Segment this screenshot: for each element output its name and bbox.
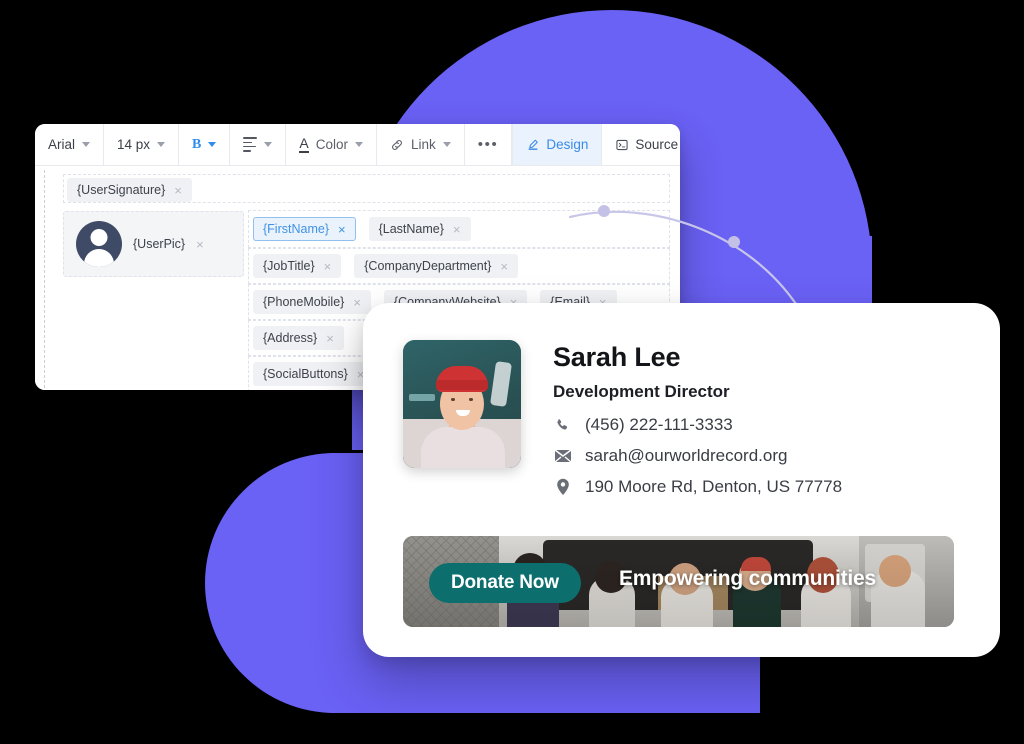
text-color-button[interactable]: A Color bbox=[286, 124, 377, 165]
link-label: Link bbox=[411, 137, 436, 152]
phone-icon bbox=[553, 417, 572, 434]
token-job-title[interactable]: {JobTitle} × bbox=[253, 254, 342, 278]
signature-email-row: sarah@ourworldrecord.org bbox=[553, 446, 842, 466]
token-first-name[interactable]: {FirstName} × bbox=[253, 217, 356, 241]
remove-icon[interactable]: × bbox=[353, 296, 361, 309]
token-row-job: {JobTitle} × {CompanyDepartment} × bbox=[253, 254, 518, 278]
signature-address: 190 Moore Rd, Denton, US 77778 bbox=[585, 477, 843, 496]
chevron-down-icon bbox=[157, 142, 166, 147]
chevron-down-icon bbox=[82, 142, 91, 147]
signature-phone-row: (456) 222-111-3333 bbox=[553, 415, 842, 435]
tab-design[interactable]: Design bbox=[512, 124, 602, 165]
signature-name: Sarah Lee bbox=[553, 342, 681, 372]
user-avatar-placeholder-icon bbox=[76, 221, 122, 267]
tab-source-label: Source bbox=[635, 137, 679, 152]
signature-details: Sarah Lee Development Director (456) 222… bbox=[553, 340, 842, 508]
tab-design-label: Design bbox=[546, 137, 589, 152]
token-user-pic-label: {UserPic} bbox=[133, 237, 186, 251]
editor-left-guide bbox=[44, 170, 45, 388]
remove-icon[interactable]: × bbox=[196, 237, 204, 252]
more-options-button[interactable]: ••• bbox=[465, 124, 513, 165]
bold-icon: B bbox=[192, 136, 202, 152]
link-button[interactable]: Link bbox=[377, 124, 465, 165]
token-user-signature-label: {UserSignature} bbox=[77, 183, 166, 197]
token-phone-mobile[interactable]: {PhoneMobile} × bbox=[253, 290, 371, 314]
token-company-department[interactable]: {CompanyDepartment} × bbox=[354, 254, 518, 278]
remove-icon[interactable]: × bbox=[338, 223, 346, 236]
editor-toolbar: Arial 14 px B A Color Link ••• Design So… bbox=[35, 124, 680, 166]
token-user-pic[interactable]: {UserPic} × bbox=[63, 211, 244, 277]
remove-icon[interactable]: × bbox=[453, 223, 461, 236]
token-social-buttons-label: {SocialButtons} bbox=[263, 367, 348, 381]
signature-email: sarah@ourworldrecord.org bbox=[585, 446, 788, 465]
ellipsis-icon: ••• bbox=[477, 135, 499, 153]
tab-source[interactable]: Source bbox=[601, 124, 680, 165]
source-code-icon bbox=[616, 139, 628, 150]
promo-banner[interactable]: Donate Now Empowering communities bbox=[403, 536, 954, 627]
signature-content: Sarah Lee Development Director (456) 222… bbox=[363, 303, 1000, 508]
banner-tagline: Empowering communities bbox=[619, 567, 876, 590]
donate-now-button[interactable]: Donate Now bbox=[429, 563, 581, 603]
token-social-buttons[interactable]: {SocialButtons} × bbox=[253, 362, 375, 386]
chevron-down-icon bbox=[208, 142, 217, 147]
chevron-down-icon bbox=[264, 142, 273, 147]
remove-icon[interactable]: × bbox=[500, 260, 508, 273]
text-color-icon: A bbox=[299, 134, 309, 153]
remove-icon[interactable]: × bbox=[326, 332, 334, 345]
link-icon bbox=[392, 139, 402, 150]
font-size-value: 14 px bbox=[117, 137, 151, 152]
remove-icon[interactable]: × bbox=[324, 260, 332, 273]
profile-photo bbox=[403, 340, 521, 468]
token-phone-mobile-label: {PhoneMobile} bbox=[263, 295, 345, 309]
email-icon bbox=[553, 447, 572, 465]
signature-preview-card: Sarah Lee Development Director (456) 222… bbox=[363, 303, 1000, 657]
page-canvas: Arial 14 px B A Color Link ••• Design So… bbox=[0, 0, 1024, 744]
font-family-select[interactable]: Arial bbox=[35, 124, 105, 165]
signature-job-title: Development Director bbox=[553, 382, 730, 401]
remove-icon[interactable]: × bbox=[174, 184, 182, 197]
signature-phone: (456) 222-111-3333 bbox=[585, 415, 733, 434]
align-button[interactable] bbox=[230, 124, 287, 165]
font-family-value: Arial bbox=[48, 137, 76, 152]
token-user-signature[interactable]: {UserSignature} × bbox=[67, 178, 192, 202]
token-company-department-label: {CompanyDepartment} bbox=[364, 259, 492, 273]
token-row-name: {FirstName} × {LastName} × bbox=[253, 217, 471, 241]
token-address[interactable]: {Address} × bbox=[253, 326, 344, 350]
token-last-name[interactable]: {LastName} × bbox=[368, 217, 471, 241]
text-color-label: Color bbox=[315, 137, 348, 152]
token-last-name-label: {LastName} bbox=[378, 222, 444, 236]
chevron-down-icon bbox=[442, 142, 451, 147]
chevron-down-icon bbox=[355, 142, 363, 147]
design-icon bbox=[528, 139, 539, 150]
align-left-icon bbox=[243, 137, 258, 152]
token-job-title-label: {JobTitle} bbox=[263, 259, 315, 273]
signature-address-row: 190 Moore Rd, Denton, US 77778 bbox=[553, 477, 842, 497]
bold-button[interactable]: B bbox=[179, 124, 231, 165]
token-address-label: {Address} bbox=[263, 331, 318, 345]
token-first-name-label: {FirstName} bbox=[263, 222, 329, 236]
location-pin-icon bbox=[553, 478, 572, 496]
font-size-select[interactable]: 14 px bbox=[104, 124, 180, 165]
